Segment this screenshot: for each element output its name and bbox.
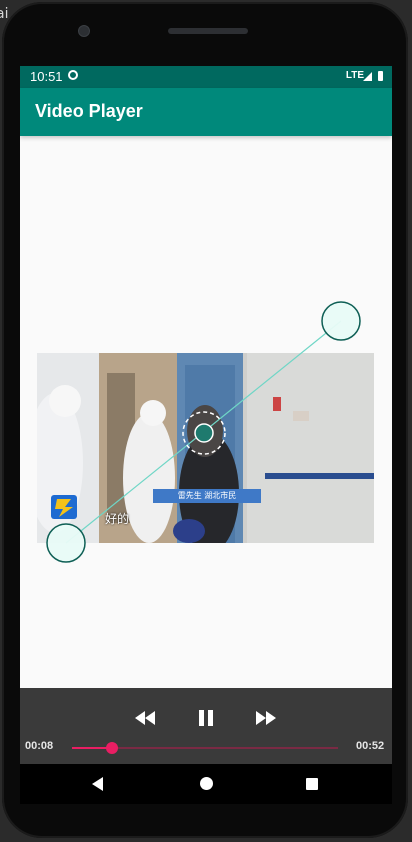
status-time: 10:51 [30, 69, 63, 84]
network-type: LTE [345, 70, 364, 81]
navigation-bar [20, 764, 392, 804]
earpiece-speaker [168, 28, 248, 34]
battery-icon [378, 71, 383, 81]
background-window-fragment: ai [0, 6, 9, 22]
seek-bar[interactable] [72, 742, 338, 754]
phone-frame: 10:51 LTE Video Player 雷先生 湖北市民 好的 00:08… [2, 2, 408, 838]
back-icon[interactable] [92, 777, 103, 791]
fast-forward-icon [256, 711, 276, 725]
seek-bar-thumb[interactable] [105, 742, 118, 754]
signal-icon [363, 72, 372, 81]
recents-icon[interactable] [306, 778, 318, 790]
rewind-button[interactable] [131, 704, 159, 732]
sync-icon [68, 70, 78, 80]
front-camera [78, 25, 90, 37]
app-title: Video Player [35, 101, 143, 121]
status-bar: 10:51 LTE [20, 66, 392, 88]
current-time: 00:08 [25, 740, 54, 752]
device-screen: 10:51 LTE Video Player 雷先生 湖北市民 好的 00:08… [20, 66, 392, 804]
total-time: 00:52 [356, 740, 385, 752]
caption-badge: 雷先生 湖北市民 [153, 489, 261, 503]
fast-forward-button[interactable] [252, 704, 280, 732]
media-controller: 00:08 00:52 [20, 688, 392, 764]
video-frame [37, 353, 374, 543]
video-subtitle: 好的 [105, 512, 130, 526]
home-icon[interactable] [200, 777, 213, 790]
video-surface[interactable]: 雷先生 湖北市民 好的 [37, 353, 374, 543]
app-bar: Video Player [20, 88, 392, 136]
rewind-icon [135, 711, 155, 725]
pause-icon [199, 710, 213, 726]
pause-button[interactable] [192, 704, 220, 732]
